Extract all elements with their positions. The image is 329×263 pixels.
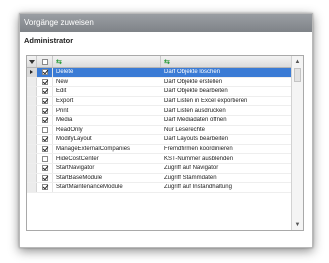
row-checkbox[interactable] xyxy=(41,146,48,153)
row-checkbox-cell[interactable] xyxy=(37,77,53,87)
process-name[interactable]: Print xyxy=(53,108,161,114)
process-name[interactable]: Delete xyxy=(53,69,161,75)
process-name[interactable]: StartNavigator xyxy=(53,165,161,171)
row-checkbox-cell[interactable] xyxy=(37,173,53,183)
row-indicator[interactable] xyxy=(27,154,37,163)
process-name[interactable]: StartMaintenanceModule xyxy=(53,184,161,190)
column-header-name[interactable]: ⇆ xyxy=(53,56,161,67)
row-checkbox[interactable] xyxy=(41,69,48,76)
scroll-up-button[interactable]: ▲ xyxy=(292,56,303,67)
process-description[interactable]: Darf Objekte löschen xyxy=(161,69,292,75)
row-checkbox-cell[interactable] xyxy=(37,96,53,106)
filter-button[interactable] xyxy=(27,56,37,67)
table-row[interactable]: StartNavigator Zugriff auf Navigator xyxy=(27,163,303,174)
table-row[interactable]: ManageExternalCompanies Fremdfirmen koord… xyxy=(27,144,303,155)
assign-processes-dialog: Vorgänge zuweisen Administrator ⇆ ⇆ Dele… xyxy=(19,13,313,248)
process-name[interactable]: New xyxy=(53,79,161,85)
process-description[interactable]: Darf Layouts bearbeiten xyxy=(161,136,292,142)
current-row-arrow-icon xyxy=(30,70,33,75)
process-description[interactable]: Darf Mediadaten öffnen xyxy=(161,117,292,123)
row-checkbox[interactable] xyxy=(41,136,48,143)
row-indicator[interactable] xyxy=(27,77,37,87)
row-indicator[interactable] xyxy=(27,173,37,183)
row-checkbox[interactable] xyxy=(41,184,48,191)
row-checkbox-cell[interactable] xyxy=(37,154,53,163)
section-title: Administrator xyxy=(24,36,74,45)
chevron-up-icon: ▲ xyxy=(294,58,301,65)
window-title: Vorgänge zuweisen xyxy=(20,14,312,32)
scroll-down-button[interactable]: ▼ xyxy=(292,219,303,230)
row-checkbox-cell[interactable] xyxy=(37,106,53,115)
row-checkbox-cell[interactable] xyxy=(37,144,53,154)
row-indicator[interactable] xyxy=(27,68,37,77)
grid-rows: DeleteDarf Objekte löschen⠿NewDarf Objek… xyxy=(27,68,303,193)
process-description[interactable]: Darf Listen in Excel exportieren xyxy=(161,98,292,104)
process-description[interactable]: KST-Nummer ausblenden xyxy=(161,156,292,162)
row-checkbox[interactable] xyxy=(41,155,48,162)
row-checkbox-cell[interactable] xyxy=(37,183,53,192)
row-checkbox-cell[interactable] xyxy=(37,115,53,125)
row-indicator[interactable] xyxy=(27,87,37,96)
process-description[interactable]: Darf Objekte erstellen xyxy=(161,79,292,85)
row-indicator[interactable] xyxy=(27,183,37,192)
table-row[interactable]: Edit Darf Objekte bearbeiten xyxy=(27,87,303,97)
select-all-checkbox[interactable] xyxy=(37,56,53,67)
row-checkbox-cell[interactable] xyxy=(37,135,53,144)
table-row[interactable]: DeleteDarf Objekte löschen⠿ xyxy=(27,68,303,78)
row-checkbox-cell[interactable] xyxy=(37,125,53,135)
vertical-scrollbar[interactable]: ▲ ▼ xyxy=(291,56,303,230)
process-name[interactable]: ModifyLayout xyxy=(53,136,161,142)
swap-columns-icon: ⇆ xyxy=(56,58,62,66)
row-checkbox-cell[interactable] xyxy=(37,68,53,77)
grid-header: ⇆ ⇆ xyxy=(27,56,303,68)
process-description[interactable]: Nur Leserechte xyxy=(161,127,292,133)
row-checkbox[interactable] xyxy=(41,174,48,181)
row-checkbox[interactable] xyxy=(41,165,48,172)
process-description[interactable]: Darf Listen ausdrucken xyxy=(161,108,292,114)
process-name[interactable]: Media xyxy=(53,117,161,123)
row-indicator[interactable] xyxy=(27,144,37,154)
permissions-grid: ⇆ ⇆ DeleteDarf Objekte löschen⠿NewDarf O… xyxy=(26,55,304,231)
process-name[interactable]: ManageExternalCompanies xyxy=(53,146,161,152)
row-indicator[interactable] xyxy=(27,115,37,125)
row-checkbox[interactable] xyxy=(41,107,48,114)
table-row[interactable]: ReadOnly Nur Leserechte xyxy=(27,125,303,136)
row-checkbox[interactable] xyxy=(41,126,48,133)
row-indicator[interactable] xyxy=(27,163,37,173)
table-row[interactable]: Media Darf Mediadaten öffnen xyxy=(27,115,303,126)
process-name[interactable]: StartBaseModule xyxy=(53,175,161,181)
table-row[interactable]: HideCostCenter KST-Nummer ausblenden xyxy=(27,154,303,164)
column-header-description[interactable]: ⇆ xyxy=(161,56,292,67)
table-row[interactable]: ModifyLayout Darf Layouts bearbeiten xyxy=(27,135,303,145)
row-indicator[interactable] xyxy=(27,106,37,115)
process-name[interactable]: HideCostCenter xyxy=(53,156,161,162)
row-indicator[interactable] xyxy=(27,125,37,135)
row-checkbox-cell[interactable] xyxy=(37,87,53,96)
table-row[interactable]: Print Darf Listen ausdrucken xyxy=(27,106,303,116)
process-description[interactable]: Darf Objekte bearbeiten xyxy=(161,88,292,94)
row-checkbox-cell[interactable] xyxy=(37,163,53,173)
table-row[interactable]: StartMaintenanceModule Zugriff auf Instan… xyxy=(27,183,303,193)
row-indicator[interactable] xyxy=(27,135,37,144)
process-name[interactable]: Edit xyxy=(53,88,161,94)
table-row[interactable]: StartBaseModule Zugriff Stammdaten xyxy=(27,173,303,184)
row-checkbox[interactable] xyxy=(41,117,48,124)
swap-columns-icon: ⇆ xyxy=(164,58,170,66)
process-description[interactable]: Zugriff auf Navigator xyxy=(161,165,292,171)
row-indicator[interactable] xyxy=(27,96,37,106)
row-checkbox[interactable] xyxy=(41,78,48,85)
chevron-down-icon: ▼ xyxy=(294,221,301,228)
table-row[interactable]: Export Darf Listen in Excel exportieren xyxy=(27,96,303,107)
table-row[interactable]: New Darf Objekte erstellen xyxy=(27,77,303,88)
checkbox-header-icon xyxy=(41,58,48,65)
process-description[interactable]: Zugriff auf Instandhaltung xyxy=(161,184,292,190)
row-checkbox[interactable] xyxy=(41,98,48,105)
row-checkbox[interactable] xyxy=(41,88,48,95)
filter-icon xyxy=(28,59,35,64)
process-description[interactable]: Zugriff Stammdaten xyxy=(161,175,292,181)
scroll-thumb[interactable] xyxy=(294,68,301,82)
process-name[interactable]: Export xyxy=(53,98,161,104)
process-description[interactable]: Fremdfirmen koordinieren xyxy=(161,146,292,152)
process-name[interactable]: ReadOnly xyxy=(53,127,161,133)
